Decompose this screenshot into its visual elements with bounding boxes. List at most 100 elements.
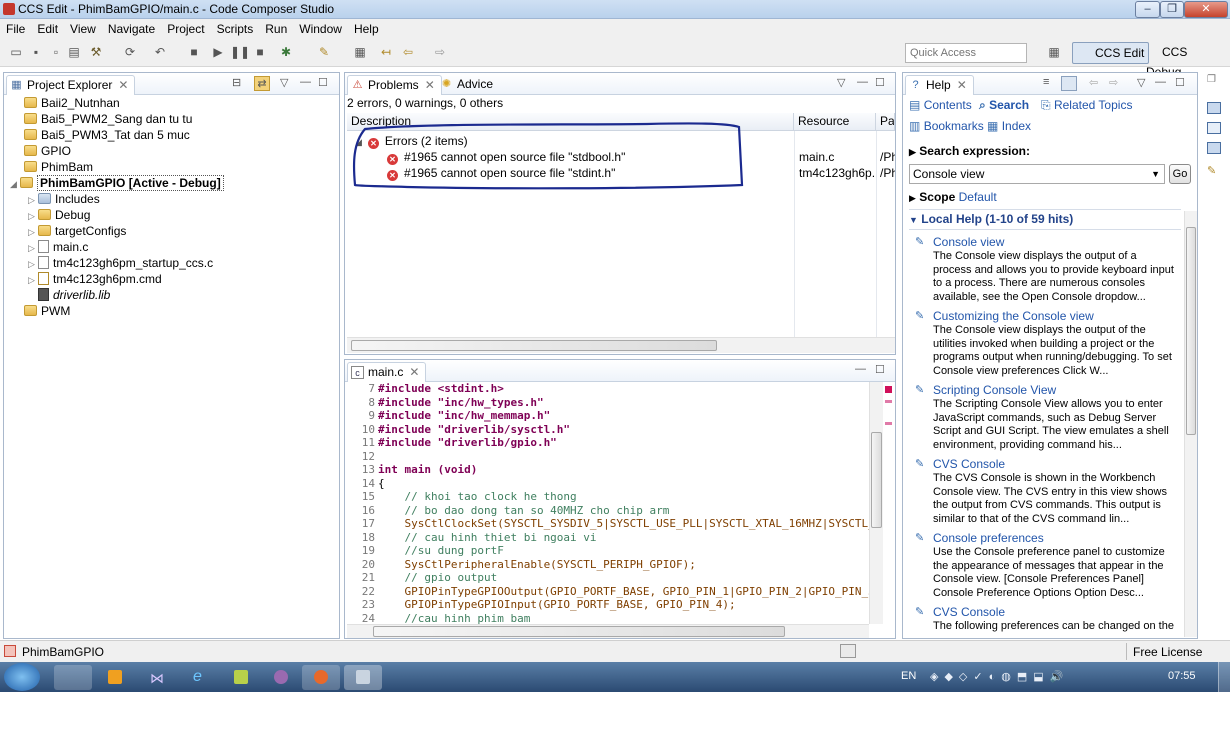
close-icon[interactable]: ✕ xyxy=(957,78,967,92)
tree-item[interactable]: ▷ Debug xyxy=(28,207,90,223)
go-button[interactable]: Go xyxy=(1169,164,1191,184)
print-icon[interactable]: ▤ xyxy=(66,44,82,60)
help-result-title[interactable]: Scripting Console View xyxy=(933,383,1056,397)
view-menu-icon[interactable]: ▽ xyxy=(280,76,288,89)
show-in-contents-icon[interactable]: ≡ xyxy=(1043,76,1049,88)
view-menu-icon[interactable]: ▽ xyxy=(1137,76,1145,89)
build-hammer-icon[interactable]: ⚒ xyxy=(88,44,104,60)
tree-item[interactable]: ▷ Includes xyxy=(28,191,100,207)
forward-arrow-icon[interactable]: ⇨ xyxy=(432,44,448,60)
help-vscrollbar[interactable] xyxy=(1184,211,1197,637)
toggle-layout-icon[interactable] xyxy=(1061,76,1077,91)
overview-marker[interactable] xyxy=(885,400,892,403)
console-view-icon[interactable] xyxy=(1207,122,1221,134)
chevron-down-icon[interactable]: ▼ xyxy=(1151,165,1160,183)
collapse-arrow-icon[interactable]: ▷ xyxy=(28,272,38,288)
help-result-title[interactable]: Customizing the Console view xyxy=(933,309,1094,323)
close-icon[interactable]: ✕ xyxy=(425,78,435,92)
close-icon[interactable]: ✕ xyxy=(409,365,419,379)
open-perspective-icon[interactable]: ▦ xyxy=(1046,44,1062,60)
maximize-button[interactable]: ❐ xyxy=(1160,1,1184,18)
menu-navigate[interactable]: Navigate xyxy=(102,19,161,36)
maximize-view-icon[interactable]: ☐ xyxy=(875,363,885,376)
help-nav-index[interactable]: ▦ Index xyxy=(987,119,1031,133)
scroll-thumb[interactable] xyxy=(1186,227,1196,435)
menu-run[interactable]: Run xyxy=(259,19,293,36)
tree-project[interactable]: Bai5_PWM3_Tat dan 5 muc xyxy=(24,127,190,143)
expand-arrow-icon[interactable]: ▼ xyxy=(909,215,918,225)
previous-edit-icon[interactable]: ↤ xyxy=(378,44,394,60)
collapse-arrow-icon[interactable]: ▷ xyxy=(28,256,38,272)
help-nav-search[interactable]: ⌕ Search xyxy=(979,98,1029,113)
minimize-view-icon[interactable]: — xyxy=(1155,76,1166,88)
media-player-taskbar-icon[interactable] xyxy=(96,665,134,690)
perspective-ccs-debug[interactable]: CCS Debug xyxy=(1142,42,1230,79)
outline-view-icon[interactable] xyxy=(1207,102,1221,114)
expand-arrow-icon[interactable]: ▶ xyxy=(909,147,916,157)
maximize-view-icon[interactable]: ☐ xyxy=(1175,76,1185,89)
visual-studio-taskbar-icon[interactable]: ⋈ xyxy=(138,665,176,690)
tree-project[interactable]: PWM xyxy=(24,303,70,319)
help-nav-related[interactable]: ⎘ Related Topics xyxy=(1041,98,1132,113)
editor-vscrollbar[interactable] xyxy=(869,382,883,624)
tree-item[interactable]: ▷ main.c xyxy=(28,239,88,255)
ccs-taskbar-icon[interactable] xyxy=(344,665,382,690)
collapse-arrow-icon[interactable]: ▷ xyxy=(28,224,38,240)
tray-icons[interactable]: ◈◆◇✓◐◍⬒⬓🔊 xyxy=(930,670,1069,683)
minimize-view-icon[interactable]: — xyxy=(300,76,311,88)
scroll-thumb[interactable] xyxy=(373,626,785,637)
terminate-icon[interactable]: ■ xyxy=(252,44,268,60)
scope-value-link[interactable]: Default xyxy=(959,190,997,204)
internet-explorer-taskbar-icon[interactable]: e xyxy=(180,665,218,690)
tree-item[interactable]: ▷ tm4c123gh6pm.cmd xyxy=(28,271,162,287)
tree-project[interactable]: GPIO xyxy=(24,143,71,159)
collapse-all-icon[interactable]: ⊟ xyxy=(232,76,241,89)
task-view-icon[interactable] xyxy=(1207,142,1221,154)
menu-help[interactable]: Help xyxy=(348,19,385,36)
debug-stop-icon[interactable]: ■ xyxy=(186,44,202,60)
menu-window[interactable]: Window xyxy=(293,19,348,36)
help-nav-contents[interactable]: ▤ Contents xyxy=(909,98,972,112)
maximize-view-icon[interactable]: ☐ xyxy=(875,76,885,89)
tab-help[interactable]: ? Help ✕ xyxy=(905,75,974,95)
save-icon[interactable]: ▪ xyxy=(28,44,44,60)
tab-main-c[interactable]: c main.c ✕ xyxy=(347,362,427,382)
start-button[interactable] xyxy=(4,663,40,691)
expand-arrow-icon[interactable]: ▶ xyxy=(909,193,916,203)
debug-bug-icon[interactable]: ✱ xyxy=(278,44,294,60)
maximize-view-icon[interactable]: ☐ xyxy=(318,76,328,89)
new-icon[interactable]: ▭ xyxy=(8,44,24,60)
tree-item[interactable]: ▷ tm4c123gh6pm_startup_ccs.c xyxy=(28,255,213,271)
tree-item[interactable]: driverlib.lib xyxy=(38,287,110,303)
quick-access-input[interactable] xyxy=(905,43,1027,63)
menu-scripts[interactable]: Scripts xyxy=(211,19,260,36)
overview-marker[interactable] xyxy=(885,422,892,425)
scroll-thumb[interactable] xyxy=(351,340,717,351)
app-taskbar-icon[interactable] xyxy=(262,665,300,690)
view-menu-icon[interactable]: ▽ xyxy=(837,76,845,89)
tree-item[interactable]: ▷ targetConfigs xyxy=(28,223,126,239)
explorer-taskbar-icon[interactable] xyxy=(54,665,92,690)
help-result-title[interactable]: CVS Console xyxy=(933,457,1005,471)
error-overview-marker[interactable] xyxy=(885,386,892,393)
minimize-button[interactable]: – xyxy=(1135,1,1160,18)
clock[interactable]: 07:55 xyxy=(1168,670,1196,682)
menu-project[interactable]: Project xyxy=(161,19,210,36)
resume-icon[interactable]: ▶ xyxy=(210,44,226,60)
toggle-view-icon[interactable]: ▦ xyxy=(352,44,368,60)
progress-icon[interactable] xyxy=(840,644,856,658)
tree-project[interactable]: Baii2_Nutnhan xyxy=(24,95,120,111)
editor-hscrollbar[interactable] xyxy=(347,624,869,638)
help-result-title[interactable]: Console view xyxy=(933,235,1004,249)
menu-edit[interactable]: Edit xyxy=(31,19,64,36)
refresh-icon[interactable]: ⟳ xyxy=(122,44,138,60)
help-result-title[interactable]: Console preferences xyxy=(933,531,1044,545)
show-desktop-button[interactable] xyxy=(1218,662,1230,692)
tab-project-explorer[interactable]: ▦ Project Explorer ✕ xyxy=(6,75,136,95)
tab-problems[interactable]: ⚠ Problems ✕ xyxy=(347,75,442,95)
menu-view[interactable]: View xyxy=(64,19,102,36)
collapse-arrow-icon[interactable]: ▷ xyxy=(28,208,38,224)
close-window-button[interactable]: ✕ xyxy=(1184,1,1228,18)
code-editor[interactable]: 7 #include <stdint.h> 8 #include "inc/hw_t… xyxy=(345,382,869,624)
collapse-arrow-icon[interactable]: ▷ xyxy=(28,240,38,256)
